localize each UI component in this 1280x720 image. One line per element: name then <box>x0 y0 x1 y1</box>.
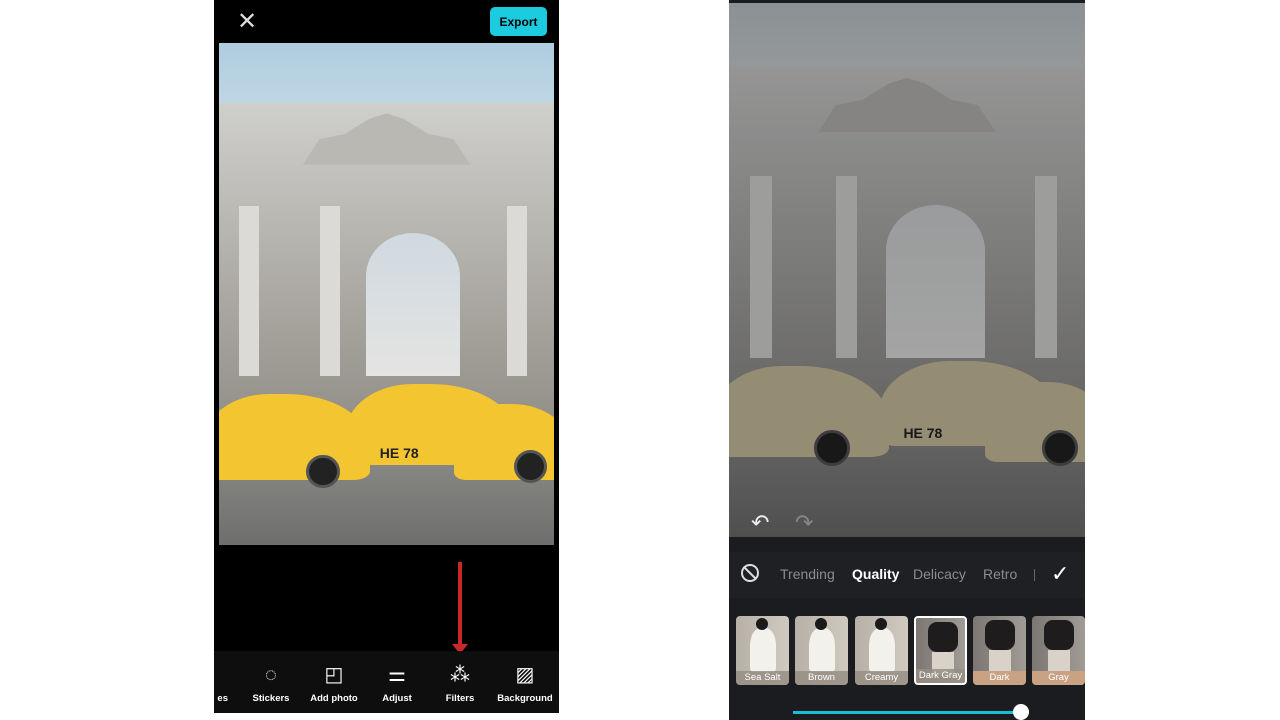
filter-label: Dark <box>973 671 1026 685</box>
tab-quality[interactable]: Quality <box>852 566 899 582</box>
tool-label: Background <box>497 693 553 704</box>
filtered-photo[interactable]: HE 78 <box>729 3 1085 537</box>
filter-dark[interactable]: Dark <box>973 616 1026 685</box>
filter-screen: HE 78 ↶ ↷ Trending Quality Delicacy Retr… <box>729 0 1085 720</box>
filter-brown[interactable]: Brown <box>795 616 848 685</box>
close-icon[interactable]: ✕ <box>236 10 258 34</box>
license-plate: HE 78 <box>379 444 419 461</box>
divider <box>1034 569 1035 581</box>
sliders-icon: ⚌ <box>388 664 406 686</box>
filter-label: Brown <box>795 671 848 685</box>
filter-sea-salt[interactable]: Sea Salt <box>736 616 789 685</box>
tool-adjust[interactable]: ⚌ Adjust <box>362 651 432 713</box>
export-button[interactable]: Export <box>490 7 547 36</box>
tab-trending[interactable]: Trending <box>780 566 835 582</box>
editor-screen: ✕ Export HE 78 ⌗ es ◌ Stickers ◰ Add photo … <box>195 0 560 713</box>
filter-label: Sea Salt <box>736 671 789 685</box>
tool-label: Adjust <box>382 693 412 704</box>
filter-gray[interactable]: Gray <box>1032 616 1085 685</box>
filter-label: Gray <box>1032 671 1085 685</box>
bottom-toolbar: ⌗ es ◌ Stickers ◰ Add photo ⚌ Adjust ⁂ Filter… <box>195 651 560 713</box>
undo-icon[interactable]: ↶ <box>751 510 769 536</box>
confirm-check-icon[interactable]: ✓ <box>1051 561 1069 587</box>
redo-icon[interactable]: ↷ <box>795 510 813 536</box>
filter-dark-gray[interactable]: Dark Gray <box>914 616 967 685</box>
sticker-icon: ◌ <box>265 664 277 686</box>
tool-label: Add photo <box>310 693 358 704</box>
tool-frames[interactable]: ⌗ es <box>166 651 236 713</box>
filter-label: Creamy <box>855 671 908 685</box>
annotation-arrow <box>452 562 468 654</box>
background-icon: ▨ <box>515 664 535 686</box>
tool-background[interactable]: ▨ Background <box>490 651 560 713</box>
license-plate: HE 78 <box>903 424 943 441</box>
tab-delicacy[interactable]: Delicacy <box>913 566 966 582</box>
tool-label: Stickers <box>252 693 290 704</box>
filter-creamy[interactable]: Creamy <box>855 616 908 685</box>
tool-label: Filters <box>445 693 475 704</box>
no-filter-icon[interactable] <box>741 564 759 582</box>
filter-category-tabs: Trending Quality Delicacy Retro ✓ <box>729 552 1085 598</box>
add-photo-icon: ◰ <box>324 664 344 686</box>
photo-canvas[interactable]: HE 78 <box>219 43 554 545</box>
intensity-slider-handle[interactable] <box>1013 704 1029 720</box>
frame-icon: ⌗ <box>195 664 207 686</box>
tool-stickers[interactable]: ◌ Stickers <box>236 651 306 713</box>
filters-icon: ⁂ <box>450 664 470 686</box>
tool-label: es <box>217 693 228 704</box>
intensity-slider-track[interactable] <box>793 711 1021 714</box>
tool-filters[interactable]: ⁂ Filters <box>425 651 495 713</box>
tool-add-photo[interactable]: ◰ Add photo <box>299 651 369 713</box>
tab-retro[interactable]: Retro <box>983 566 1017 582</box>
filter-label: Dark Gray <box>916 669 965 683</box>
